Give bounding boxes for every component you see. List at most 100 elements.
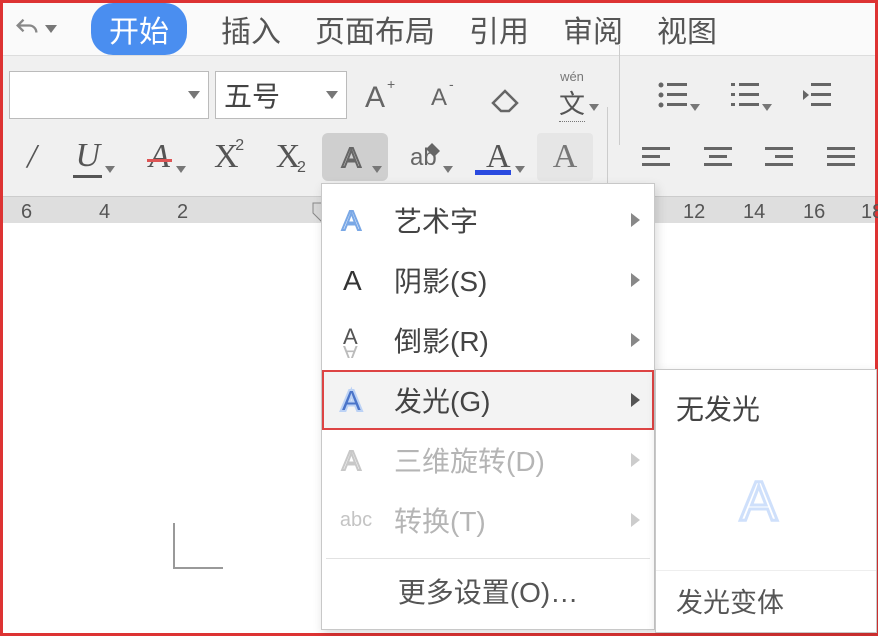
chevron-down-icon bbox=[690, 104, 700, 111]
outdent-button[interactable] bbox=[784, 71, 850, 119]
chevron-down-icon bbox=[326, 91, 338, 99]
svg-text:A: A bbox=[342, 445, 361, 476]
subscript-button[interactable]: X2 bbox=[260, 133, 316, 181]
menu-item-label: 艺术字 bbox=[394, 200, 478, 240]
bullet-list-icon bbox=[653, 75, 693, 115]
menu-item-label: 转换(T) bbox=[394, 500, 486, 540]
chevron-down-icon bbox=[176, 166, 186, 173]
glow-submenu: 无发光 A 发光变体 bbox=[655, 369, 877, 633]
align-left-button[interactable] bbox=[628, 133, 684, 181]
submenu-no-glow-option[interactable]: A bbox=[656, 442, 876, 570]
align-right-button[interactable] bbox=[751, 133, 807, 181]
undo-dropdown[interactable] bbox=[13, 15, 57, 43]
glow-icon: A bbox=[336, 380, 376, 420]
chevron-down-icon bbox=[372, 166, 382, 173]
svg-text:A: A bbox=[431, 84, 447, 111]
chevron-right-icon bbox=[631, 273, 640, 287]
tab-layout[interactable]: 页面布局 bbox=[315, 7, 435, 51]
glow-preview-icon: A bbox=[730, 464, 802, 536]
decrease-font-button[interactable]: A- bbox=[415, 71, 471, 119]
chevron-down-icon bbox=[188, 91, 200, 99]
chevron-right-icon bbox=[631, 513, 640, 527]
number-list-icon bbox=[725, 75, 765, 115]
bullet-list-button[interactable] bbox=[640, 71, 706, 119]
menu-item-label: 更多设置(O)… bbox=[398, 571, 578, 611]
wordart-icon: A bbox=[336, 200, 376, 240]
shadow-icon: A bbox=[336, 260, 376, 300]
menu-item-shadow[interactable]: A 阴影(S) bbox=[322, 250, 654, 310]
phonetic-guide-button[interactable]: wén 文 bbox=[539, 71, 605, 119]
svg-text:A: A bbox=[342, 142, 361, 173]
group-separator bbox=[619, 45, 620, 145]
menu-item-transform: abc 转换(T) bbox=[322, 490, 654, 550]
clear-format-button[interactable] bbox=[477, 71, 533, 119]
menu-separator bbox=[326, 558, 650, 559]
tab-review[interactable]: 审阅 bbox=[563, 7, 623, 51]
chevron-down-icon bbox=[515, 166, 525, 173]
align-justify-button[interactable] bbox=[813, 133, 869, 181]
svg-text:A: A bbox=[740, 469, 778, 532]
tab-start[interactable]: 开始 bbox=[91, 3, 187, 55]
number-list-button[interactable] bbox=[712, 71, 778, 119]
menu-item-label: 发光(G) bbox=[394, 380, 490, 420]
superscript-button[interactable]: X2 bbox=[198, 133, 254, 181]
svg-text:-: - bbox=[449, 76, 454, 92]
underline-icon: U bbox=[73, 137, 102, 178]
transform-icon: abc bbox=[336, 500, 376, 540]
italic-button[interactable]: / bbox=[15, 133, 49, 181]
menu-item-label: 阴影(S) bbox=[394, 260, 487, 300]
text-cursor-marker bbox=[173, 523, 223, 569]
font-size-dropdown[interactable]: 五号 bbox=[215, 71, 347, 119]
ruler-tick: 18 bbox=[861, 201, 878, 223]
chevron-down-icon bbox=[443, 166, 453, 173]
strikethrough-icon: A bbox=[149, 138, 170, 176]
menu-item-reflection[interactable]: AA 倒影(R) bbox=[322, 310, 654, 370]
tab-insert[interactable]: 插入 bbox=[221, 7, 281, 51]
align-center-icon bbox=[698, 137, 738, 177]
menu-item-wordart[interactable]: A 艺术字 bbox=[322, 190, 654, 250]
align-left-icon bbox=[636, 137, 676, 177]
decrease-font-icon: A- bbox=[423, 75, 463, 115]
chevron-down-icon bbox=[45, 25, 57, 33]
highlight-button[interactable]: ab bbox=[394, 133, 460, 181]
chevron-down-icon bbox=[105, 166, 115, 173]
tab-view[interactable]: 视图 bbox=[657, 7, 717, 51]
font-size-value: 五号 bbox=[224, 75, 280, 115]
ruler-tick: 2 bbox=[177, 201, 188, 223]
svg-text:A: A bbox=[342, 205, 361, 236]
chevron-down-icon bbox=[589, 104, 599, 111]
svg-text:A: A bbox=[343, 341, 358, 358]
reflection-icon: AA bbox=[336, 320, 376, 360]
menu-item-label: 倒影(R) bbox=[394, 320, 489, 360]
menu-item-3d-rotate: A 三维旋转(D) bbox=[322, 430, 654, 490]
chevron-right-icon bbox=[631, 453, 640, 467]
underline-button[interactable]: U bbox=[55, 133, 121, 181]
shading-icon: A bbox=[553, 138, 578, 176]
outdent-icon bbox=[797, 75, 837, 115]
submenu-glow-variants-header: 发光变体 bbox=[656, 570, 876, 620]
align-center-button[interactable] bbox=[690, 133, 746, 181]
align-right-icon bbox=[759, 137, 799, 177]
character-shading-button[interactable]: A bbox=[537, 133, 593, 181]
strikethrough-button[interactable]: A bbox=[127, 133, 193, 181]
undo-icon bbox=[13, 15, 41, 43]
color-swatch bbox=[475, 170, 511, 175]
phonetic-pinyin: wén bbox=[560, 69, 584, 84]
ruler-tick: 16 bbox=[803, 201, 825, 223]
menu-item-more-settings[interactable]: 更多设置(O)… bbox=[322, 567, 654, 615]
highlight-icon: ab bbox=[406, 137, 446, 177]
svg-text:A: A bbox=[343, 265, 362, 296]
submenu-no-glow-header: 无发光 bbox=[656, 382, 876, 442]
text-effects-button[interactable]: A bbox=[322, 133, 388, 181]
rotate-3d-icon: A bbox=[336, 440, 376, 480]
menu-item-glow[interactable]: A 发光(G) bbox=[322, 370, 654, 430]
font-name-dropdown[interactable] bbox=[9, 71, 209, 119]
chevron-right-icon bbox=[631, 213, 640, 227]
text-effects-menu: A 艺术字 A 阴影(S) AA 倒影(R) A 发光(G) bbox=[321, 183, 655, 630]
ruler-tick: 14 bbox=[743, 201, 765, 223]
tab-reference[interactable]: 引用 bbox=[469, 7, 529, 51]
increase-font-button[interactable]: A+ bbox=[353, 71, 409, 119]
chevron-right-icon bbox=[631, 393, 640, 407]
ruler-tick: 6 bbox=[21, 201, 32, 223]
font-color-button[interactable]: A bbox=[465, 133, 531, 181]
